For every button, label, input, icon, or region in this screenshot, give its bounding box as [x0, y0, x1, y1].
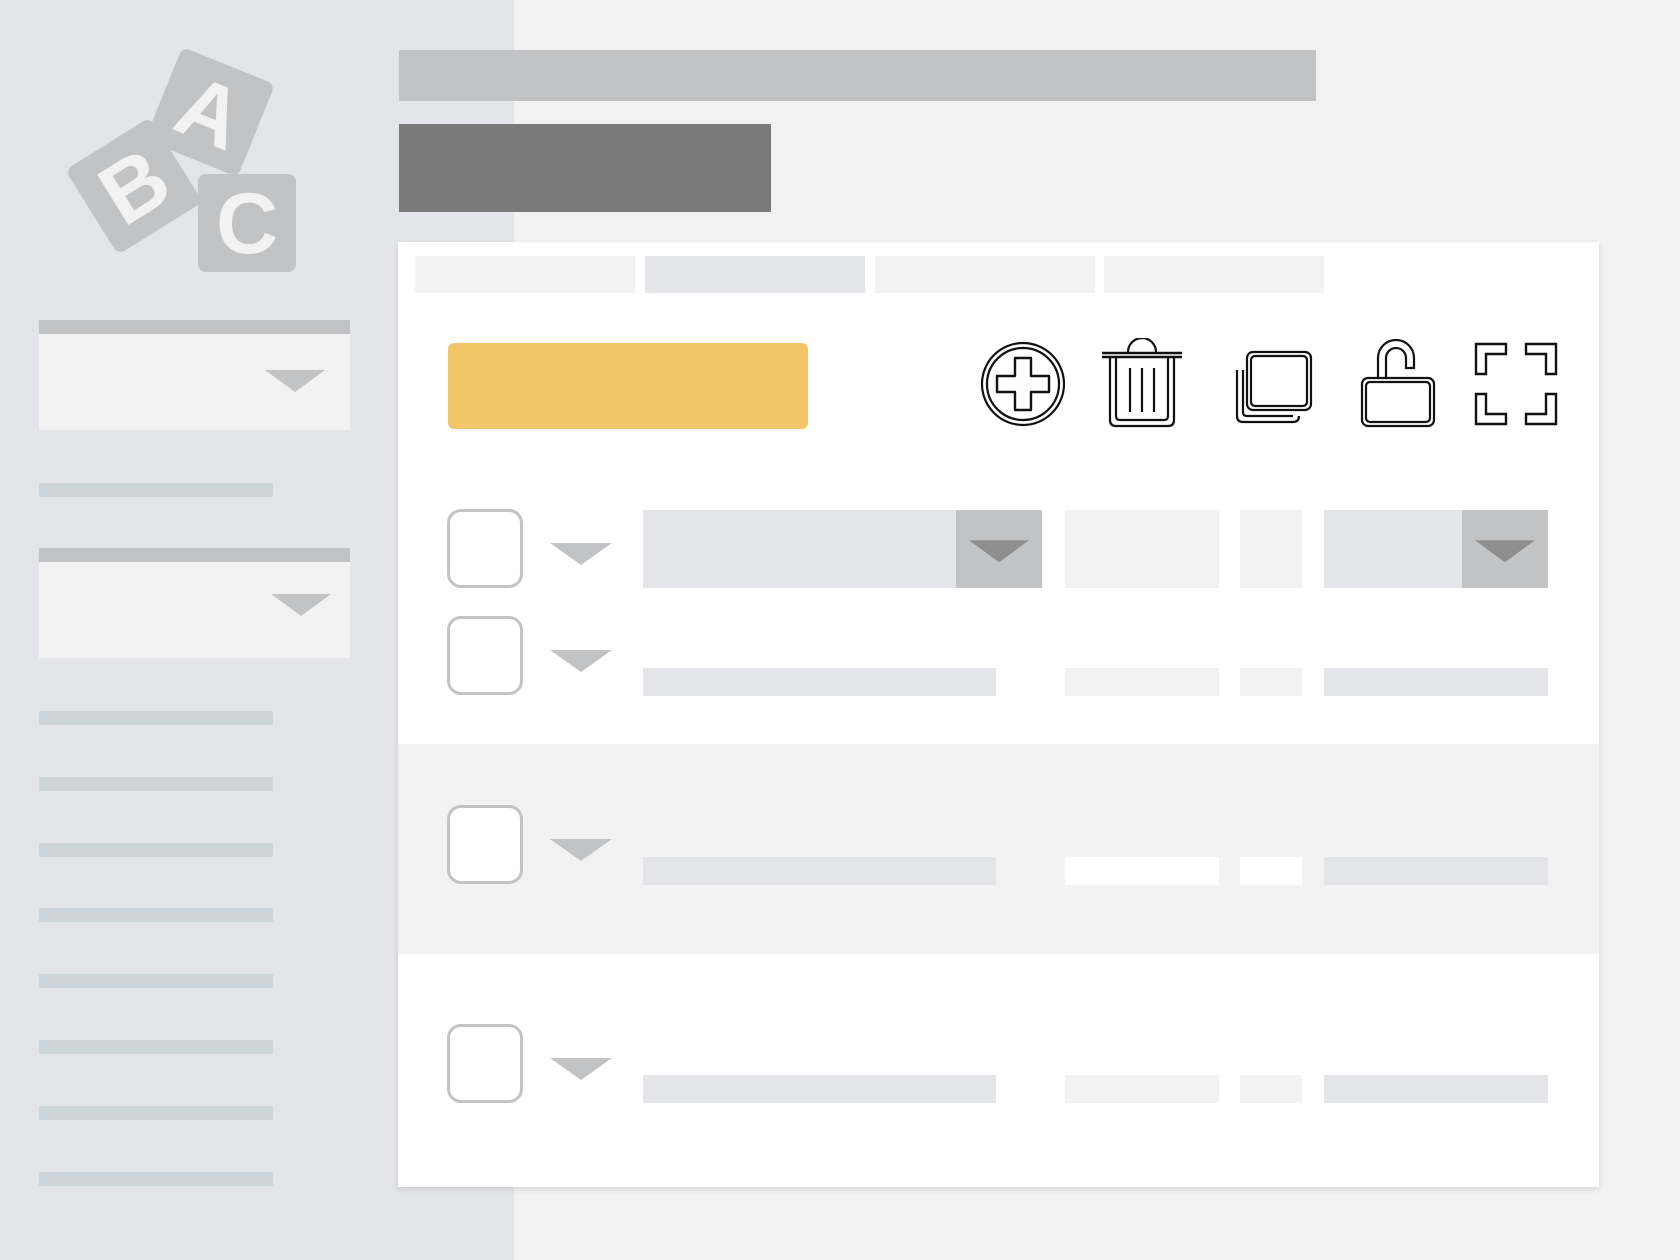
row-3-cell-2	[1065, 857, 1219, 885]
row-2-cell-3	[1240, 668, 1302, 696]
fullscreen-icon[interactable]	[1470, 338, 1562, 430]
tab-2[interactable]	[645, 256, 865, 293]
sidebar-item[interactable]	[39, 974, 273, 988]
sidebar-item[interactable]	[39, 1172, 273, 1186]
trash-icon[interactable]	[1096, 338, 1188, 430]
sidebar-select-1[interactable]	[39, 320, 350, 430]
row-1-field-4-dropdown-button[interactable]	[1462, 510, 1548, 588]
caret-down-icon[interactable]	[265, 370, 325, 392]
row-1-field-4[interactable]	[1324, 510, 1462, 588]
row-1-field-3[interactable]	[1240, 510, 1302, 588]
primary-action-button[interactable]	[448, 343, 808, 429]
sidebar-select-2[interactable]	[39, 548, 350, 658]
row-3-checkbox[interactable]	[447, 805, 523, 884]
sidebar-item[interactable]	[39, 843, 273, 857]
row-4-checkbox[interactable]	[447, 1024, 523, 1103]
select-label-bar	[39, 548, 350, 562]
select-label-bar	[39, 320, 350, 334]
tab-1[interactable]	[415, 256, 635, 293]
caret-down-icon[interactable]	[271, 594, 331, 616]
row-2-checkbox[interactable]	[447, 616, 523, 695]
logo-letter-c: C	[216, 176, 278, 272]
main-panel	[398, 242, 1599, 1187]
abc-blocks-icon: A B C	[68, 48, 304, 278]
row-4-expand-caret-icon[interactable]	[550, 1058, 612, 1080]
row-1-name-field[interactable]	[643, 510, 956, 588]
sidebar-item[interactable]	[39, 777, 273, 791]
row-1-expand-caret-icon[interactable]	[550, 543, 612, 565]
row-2-cell-4	[1324, 668, 1548, 696]
row-3-cell-1	[643, 857, 996, 885]
sidebar-item[interactable]	[39, 483, 273, 497]
row-4-cell-4	[1324, 1075, 1548, 1103]
tab-4[interactable]	[1104, 256, 1324, 293]
row-2-cell-1	[643, 668, 996, 696]
tab-3[interactable]	[875, 256, 1095, 293]
sidebar-item[interactable]	[39, 711, 273, 725]
caret-down-icon	[1475, 540, 1535, 563]
duplicate-icon[interactable]	[1227, 338, 1319, 430]
add-circle-icon[interactable]	[977, 338, 1069, 430]
caret-down-icon	[969, 540, 1029, 563]
row-3-cell-4	[1324, 857, 1548, 885]
row-1-checkbox[interactable]	[447, 509, 523, 588]
row-3-cell-3	[1240, 857, 1302, 885]
sidebar-item[interactable]	[39, 1040, 273, 1054]
row-1-field-2[interactable]	[1065, 510, 1219, 588]
row-1-name-dropdown-button[interactable]	[956, 510, 1042, 588]
row-3-expand-caret-icon[interactable]	[550, 839, 612, 861]
row-4-cell-2	[1065, 1075, 1219, 1103]
row-4-cell-3	[1240, 1075, 1302, 1103]
unlock-icon[interactable]	[1354, 338, 1446, 430]
sidebar-item[interactable]	[39, 1106, 273, 1120]
page-subtitle	[399, 124, 771, 212]
row-2-expand-caret-icon[interactable]	[550, 650, 612, 672]
page-title	[399, 50, 1316, 101]
row-2-cell-2	[1065, 668, 1219, 696]
sidebar-item[interactable]	[39, 908, 273, 922]
row-4-cell-1	[643, 1075, 996, 1103]
